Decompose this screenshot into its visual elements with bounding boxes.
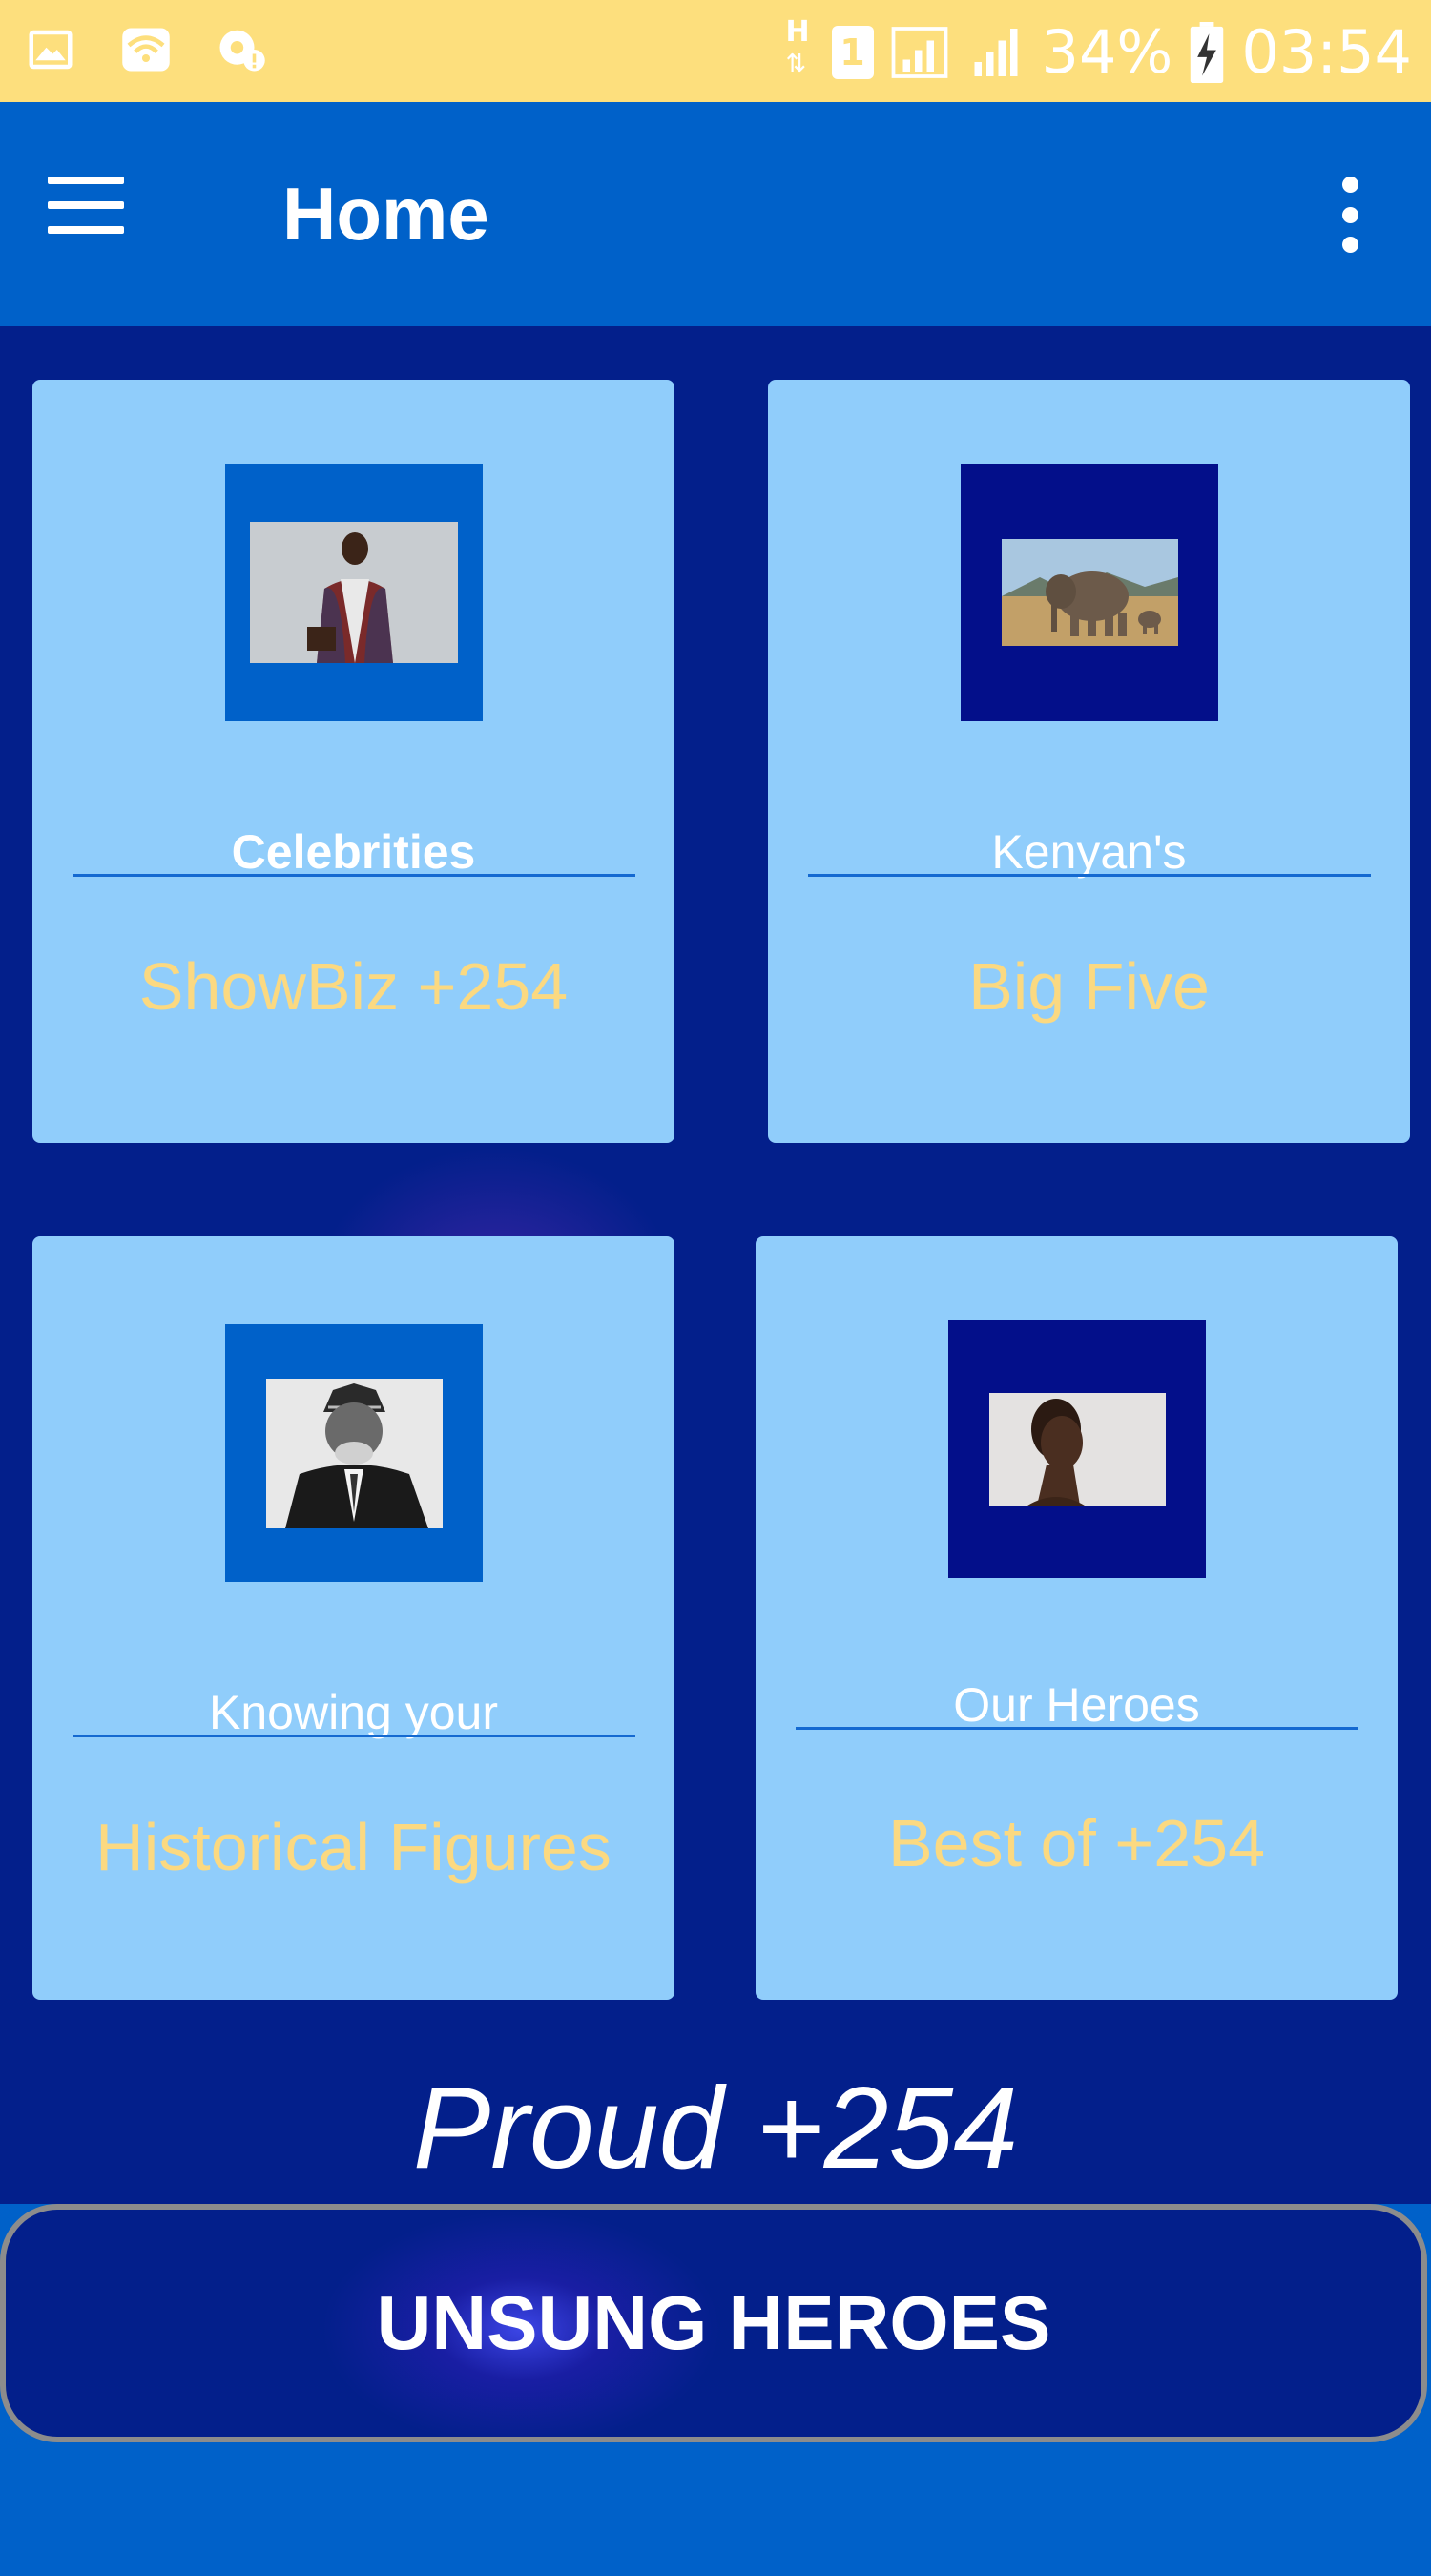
card-divider xyxy=(808,874,1371,877)
unsung-heroes-button[interactable]: UNSUNG HEROES xyxy=(0,2204,1427,2442)
card-divider xyxy=(73,1735,635,1737)
battery-charging-icon xyxy=(1191,21,1224,83)
thumbnail-frame xyxy=(225,1324,483,1582)
menu-button[interactable] xyxy=(48,177,124,238)
thumbnail-frame xyxy=(948,1320,1206,1578)
category-card-heroes[interactable]: Our Heroes Best of +254 xyxy=(756,1236,1398,2000)
card-label: Historical Figures xyxy=(95,1810,612,1884)
wifi-icon xyxy=(122,28,170,72)
card-divider xyxy=(796,1727,1358,1730)
more-vert-icon xyxy=(1341,177,1358,193)
card-subtitle: Kenyan's xyxy=(991,825,1187,879)
card-label: ShowBiz +254 xyxy=(138,949,569,1024)
category-card-big-five[interactable]: Kenyan's Big Five xyxy=(768,380,1410,1143)
status-bar-right: H ⇅ 1 34% 03:54 xyxy=(782,14,1413,88)
footer-title: Proud +254 xyxy=(412,2063,1019,2192)
overflow-menu-button[interactable] xyxy=(1336,177,1364,253)
card-subtitle: Knowing your xyxy=(209,1686,498,1739)
battery-percent: 34% xyxy=(1041,17,1173,87)
signal-strength-icon xyxy=(974,28,1017,76)
celebrity-photo xyxy=(250,522,458,663)
elephant-photo xyxy=(1001,539,1178,646)
card-divider xyxy=(73,874,635,877)
signal-icon xyxy=(891,26,947,78)
category-card-celebrities[interactable]: Celebrities ShowBiz +254 xyxy=(32,380,674,1143)
network-type-icon: H ⇅ xyxy=(785,14,810,78)
card-label: Big Five xyxy=(968,949,1210,1024)
card-subtitle: Celebrities xyxy=(231,825,476,879)
historical-figure-photo xyxy=(265,1378,443,1528)
clock: 03:54 xyxy=(1241,17,1412,87)
card-subtitle: Our Heroes xyxy=(953,1678,1200,1732)
card-label: Best of +254 xyxy=(887,1806,1265,1880)
sim-slot-label: 1 xyxy=(840,31,865,73)
app-bar: Home xyxy=(0,102,1431,326)
thumbnail-frame xyxy=(225,464,483,721)
main-content: Celebrities ShowBiz +254 Kenyan's Big Fi… xyxy=(0,326,1431,2204)
status-bar: H ⇅ 1 34% 03:54 xyxy=(0,0,1431,102)
image-icon xyxy=(29,30,73,70)
sim-icon: 1 xyxy=(831,25,874,79)
unsung-heroes-label: UNSUNG HEROES xyxy=(376,2280,1051,2365)
hamburger-icon xyxy=(48,177,124,184)
status-bar-left xyxy=(25,24,267,75)
category-card-historical-figures[interactable]: Knowing your Historical Figures xyxy=(32,1236,674,2000)
page-title: Home xyxy=(282,172,489,256)
hero-photo xyxy=(988,1393,1166,1506)
network-type-label: H xyxy=(785,14,810,49)
data-saver-icon xyxy=(219,30,265,72)
thumbnail-frame xyxy=(961,464,1218,721)
